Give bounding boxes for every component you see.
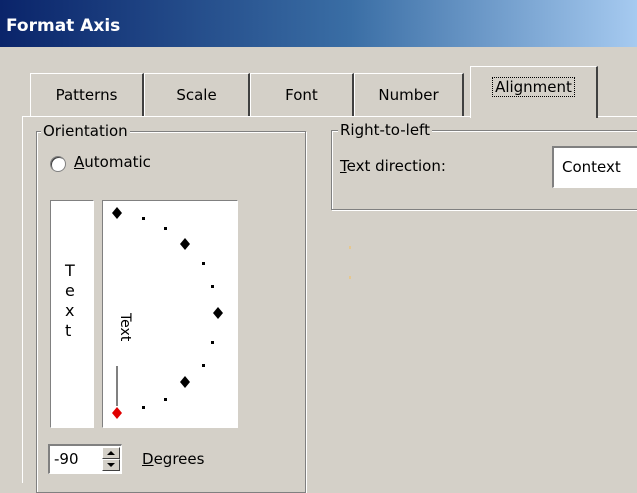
vertical-text-char: T — [65, 261, 75, 280]
rtl-legend: Right-to-left — [338, 121, 432, 139]
dial-dot-icon — [142, 217, 145, 220]
tab-label: Font — [285, 86, 318, 104]
window-title: Format Axis — [6, 16, 121, 36]
text-direction-value: Context — [562, 158, 621, 176]
tab-alignment[interactable]: Alignment — [470, 66, 598, 118]
dial-marker-icon — [180, 376, 190, 388]
dial-dot-icon — [202, 262, 205, 265]
vertical-text-char: x — [65, 301, 75, 320]
tab-label: Patterns — [55, 86, 118, 104]
arrow-down-icon — [107, 463, 115, 467]
tab-number[interactable]: Number — [354, 73, 464, 117]
tab-patterns[interactable]: Patterns — [30, 73, 144, 117]
tab-label: Scale — [176, 86, 217, 104]
dial-text: Text — [117, 312, 133, 342]
radio-icon — [50, 156, 66, 172]
dial-marker-icon — [112, 207, 122, 219]
dial-graphic: Text — [112, 207, 223, 419]
dial-dot-icon — [142, 406, 145, 409]
automatic-label: Automatic — [74, 153, 151, 171]
degrees-label: Degrees — [142, 450, 205, 468]
dial-pointer-marker-icon — [112, 407, 122, 419]
tab-font[interactable]: Font — [250, 73, 354, 117]
dial-dot-icon — [164, 227, 167, 230]
dial-dot-icon — [164, 398, 167, 401]
vertical-text-option[interactable]: T e x t — [50, 200, 94, 428]
dial-dot-icon — [202, 364, 205, 367]
dial-marker-icon — [180, 238, 190, 250]
tab-label: Number — [378, 86, 439, 104]
disabled-marker — [349, 276, 351, 279]
dial-dot-icon — [211, 285, 214, 288]
text-direction-label: Text direction: — [340, 157, 446, 175]
spin-up-button[interactable] — [102, 447, 120, 459]
degrees-spinner: -90 — [48, 444, 134, 474]
text-direction-select[interactable]: Context — [552, 146, 637, 188]
degrees-value: -90 — [54, 450, 79, 468]
vertical-text-char: e — [65, 281, 75, 300]
spin-down-button[interactable] — [102, 459, 120, 471]
disabled-marker — [349, 246, 351, 249]
orientation-legend: Orientation — [41, 122, 130, 140]
title-bar: Format Axis — [0, 0, 637, 47]
tab-label: Alignment — [492, 77, 575, 97]
dial-marker-icon — [213, 307, 223, 319]
arrow-up-icon — [107, 451, 115, 455]
orientation-dial[interactable]: Text — [102, 200, 238, 428]
vertical-text-char: t — [65, 321, 72, 340]
dial-dot-icon — [211, 341, 214, 344]
tab-scale[interactable]: Scale — [144, 73, 250, 117]
